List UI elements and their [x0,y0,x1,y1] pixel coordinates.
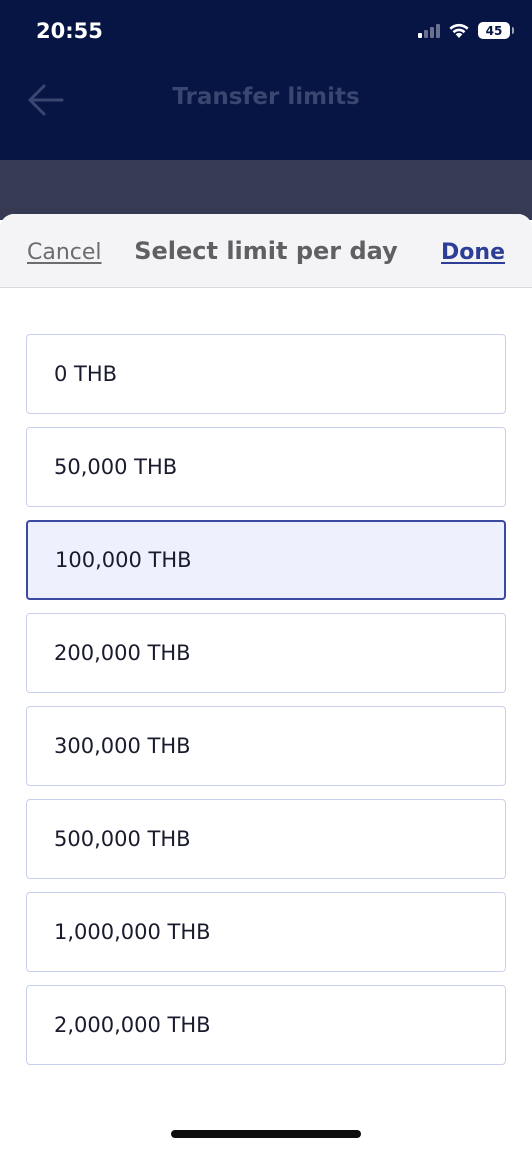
limit-option[interactable]: 0 THB [26,334,506,414]
dimmed-content [0,160,532,220]
limit-option-selected[interactable]: 100,000 THB [26,520,506,600]
limit-option-label: 0 THB [54,362,118,386]
limit-option-label: 100,000 THB [55,548,192,572]
limit-option[interactable]: 2,000,000 THB [26,985,506,1065]
limit-option-label: 2,000,000 THB [54,1013,211,1037]
limit-options-list: 0 THB 50,000 THB 100,000 THB 200,000 THB… [26,334,506,1078]
battery-icon: 45 [478,22,514,39]
page-title: Transfer limits [172,84,360,110]
limit-option[interactable]: 200,000 THB [26,613,506,693]
limit-option[interactable]: 300,000 THB [26,706,506,786]
wifi-icon [449,23,469,38]
signal-icon [418,23,440,38]
limit-option-label: 500,000 THB [54,827,191,851]
limit-option[interactable]: 50,000 THB [26,427,506,507]
home-indicator[interactable] [171,1130,361,1138]
limit-option[interactable]: 500,000 THB [26,799,506,879]
cancel-button[interactable]: Cancel [27,240,102,265]
done-button[interactable]: Done [441,240,505,265]
battery-level: 45 [485,23,503,38]
status-bar: 20:55 45 [0,0,532,62]
limit-option[interactable]: 1,000,000 THB [26,892,506,972]
limit-option-label: 300,000 THB [54,734,191,758]
status-time: 20:55 [36,19,103,43]
sheet-header: Cancel Select limit per day Done [0,214,532,288]
limit-option-label: 50,000 THB [54,455,178,479]
status-icons: 45 [418,22,514,39]
limit-option-label: 200,000 THB [54,641,191,665]
limit-option-label: 1,000,000 THB [54,920,211,944]
limit-picker-sheet: Cancel Select limit per day Done 0 THB 5… [0,214,532,1152]
